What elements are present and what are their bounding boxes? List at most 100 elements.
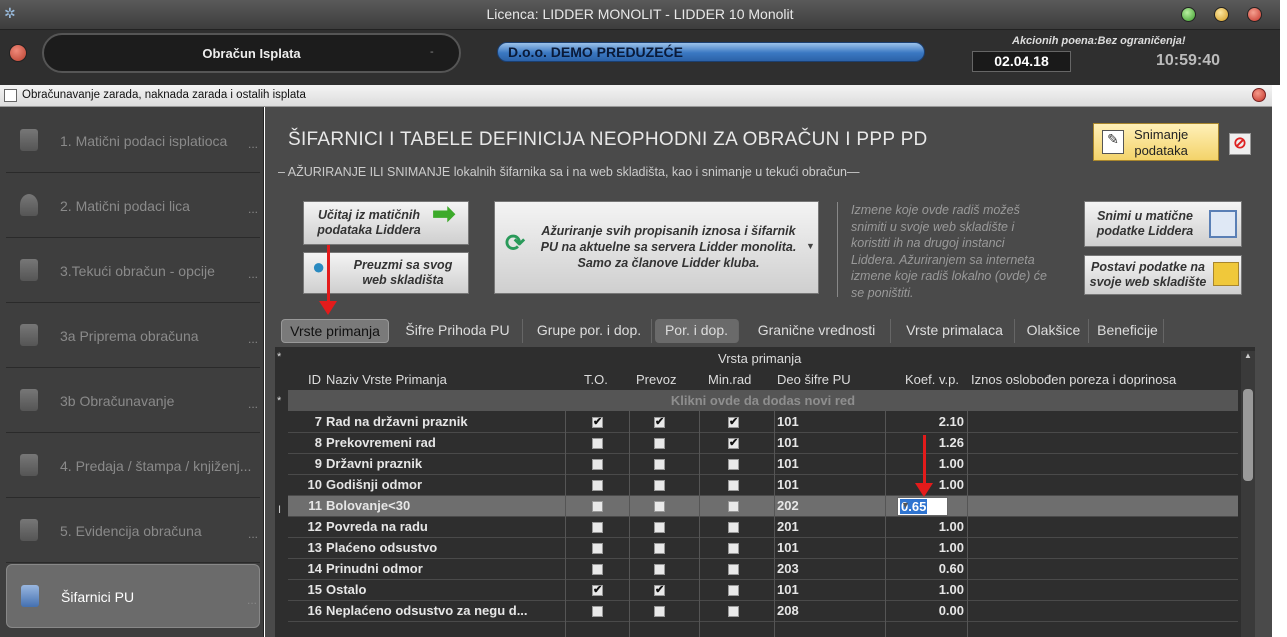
chevron-down-icon[interactable]: ▼ xyxy=(806,238,815,254)
cancel-icon[interactable]: ⊘ xyxy=(1229,133,1251,155)
tab-grupe-por[interactable]: Grupe por. i dop. xyxy=(527,319,652,343)
minrad-checkbox[interactable] xyxy=(728,480,739,491)
to-checkbox[interactable] xyxy=(592,522,603,533)
prevoz-checkbox[interactable] xyxy=(654,459,665,470)
vertical-scrollbar[interactable]: ▲ xyxy=(1241,351,1255,637)
minimize-button[interactable] xyxy=(1181,7,1196,22)
tab-por-dop[interactable]: Por. i dop. xyxy=(655,319,739,343)
close-button[interactable] xyxy=(1247,7,1262,22)
prevoz-checkbox[interactable]: ✔ xyxy=(654,585,665,596)
section-selector[interactable]: Obračun Isplata xyxy=(42,33,461,73)
cell-name: Prinudni odmor xyxy=(326,561,423,576)
minrad-checkbox[interactable] xyxy=(728,522,739,533)
table-row[interactable]: 15 Ostalo ✔ ✔ 101 1.00 xyxy=(288,580,1238,601)
table-row[interactable]: 12 Povreda na radu 201 1.00 xyxy=(288,517,1238,538)
to-checkbox[interactable] xyxy=(592,606,603,617)
table-row[interactable]: 11 Bolovanje<30 202 0.65 ▼ xyxy=(288,496,1238,517)
sidebar-item-tekuci-obracun[interactable]: 3.Tekući obračun - opcije ... xyxy=(6,239,260,303)
subwindow-close-button[interactable] xyxy=(1252,88,1266,102)
time-display: 10:59:40 xyxy=(1156,52,1221,69)
sidebar-item-label: 3.Tekući obračun - opcije xyxy=(60,263,215,279)
table-row[interactable]: 8 Prekovremeni rad ✔ 101 1.26 xyxy=(288,433,1238,454)
minrad-checkbox[interactable] xyxy=(728,459,739,470)
chevron-down-icon[interactable]: ▼ xyxy=(900,500,945,510)
col-to[interactable]: T.O. xyxy=(584,372,608,387)
minrad-checkbox[interactable] xyxy=(728,606,739,617)
col-naziv[interactable]: Naziv Vrste Primanja xyxy=(326,372,447,387)
scroll-thumb[interactable] xyxy=(1243,389,1253,481)
prevoz-checkbox[interactable]: ✔ xyxy=(654,417,665,428)
database-icon xyxy=(20,519,38,541)
scroll-up-icon[interactable]: ▲ xyxy=(1244,351,1252,360)
prevoz-checkbox[interactable] xyxy=(654,522,665,533)
cell-id: 10 xyxy=(307,477,322,492)
to-checkbox[interactable] xyxy=(592,543,603,554)
col-minrad[interactable]: Min.rad xyxy=(708,372,751,387)
prevoz-checkbox[interactable] xyxy=(654,480,665,491)
tab-vrste-primanja[interactable]: Vrste primanja xyxy=(281,319,389,343)
table-row[interactable]: 16 Neplaćeno odsustvo za negu d... 208 0.00 xyxy=(288,601,1238,622)
minrad-checkbox[interactable] xyxy=(728,543,739,554)
col-prevoz[interactable]: Prevoz xyxy=(636,372,676,387)
to-checkbox[interactable] xyxy=(592,480,603,491)
tab-granicne-vrednosti[interactable]: Granične vrednosti xyxy=(743,319,891,343)
sidebar-item-maticni-lica[interactable]: 2. Matični podaci lica ... xyxy=(6,174,260,238)
table-row[interactable]: 9 Državni praznik 101 1.00 xyxy=(288,454,1238,475)
page-title: ŠIFARNICI I TABELE DEFINICIJA NEOPHODNI … xyxy=(288,129,928,150)
minrad-checkbox[interactable] xyxy=(728,585,739,596)
sidebar-item-obracunavanje[interactable]: 3b Obračunavanje ... xyxy=(6,369,260,433)
tab-beneficije[interactable]: Beneficije xyxy=(1092,319,1164,343)
table-row[interactable]: 7 Rad na državni praznik ✔ ✔ ✔ 101 2.10 xyxy=(288,412,1238,433)
points-label: Akcionih poena:Bez ograničenja! xyxy=(1012,35,1186,47)
col-iznos[interactable]: Iznos oslobođen poreza i doprinosa xyxy=(971,372,1176,387)
table-row[interactable]: 14 Prinudni odmor 203 0.60 xyxy=(288,559,1238,580)
to-checkbox[interactable] xyxy=(592,459,603,470)
sidebar-item-sifarnici[interactable]: Šifarnici PU ... xyxy=(6,564,260,628)
app-menu-button[interactable] xyxy=(9,44,27,62)
minrad-checkbox[interactable]: ✔ xyxy=(728,417,739,428)
minrad-checkbox[interactable] xyxy=(728,564,739,575)
prevoz-checkbox[interactable] xyxy=(654,543,665,554)
cell-id: 8 xyxy=(314,435,322,450)
minrad-checkbox[interactable]: ✔ xyxy=(728,438,739,449)
section-label: Obračun Isplata xyxy=(202,46,301,61)
annotation-arrowhead xyxy=(319,301,337,315)
prevoz-checkbox[interactable] xyxy=(654,438,665,449)
post-to-web-button[interactable]: Postavi podatke na svoje web skladište xyxy=(1084,255,1242,295)
main-panel: ŠIFARNICI I TABELE DEFINICIJA NEOPHODNI … xyxy=(265,107,1272,637)
minrad-checkbox[interactable] xyxy=(728,501,739,512)
sidebar-item-label: 2. Matični podaci lica xyxy=(60,198,190,214)
prevoz-checkbox[interactable] xyxy=(654,606,665,617)
prevoz-checkbox[interactable] xyxy=(654,501,665,512)
prevoz-checkbox[interactable] xyxy=(654,564,665,575)
col-id[interactable]: ID xyxy=(308,372,321,387)
maximize-button[interactable] xyxy=(1214,7,1229,22)
to-checkbox[interactable] xyxy=(592,438,603,449)
to-checkbox[interactable]: ✔ xyxy=(592,585,603,596)
update-from-server-button[interactable]: ⟳ Ažuriranje svih propisanih iznosa i ši… xyxy=(494,201,819,294)
tab-sifre-prihoda[interactable]: Šifre Prihoda PU xyxy=(393,319,523,343)
sidebar-item-priprema[interactable]: 3a Priprema obračuna ... xyxy=(6,304,260,368)
koef-edit-input[interactable]: 0.65 ▼ xyxy=(897,497,948,516)
save-to-master-button[interactable]: Snimi u matične podatke Liddera xyxy=(1084,201,1242,247)
sidebar-item-label: 3b Obračunavanje xyxy=(60,393,175,409)
to-checkbox[interactable] xyxy=(592,564,603,575)
col-deo-sifre[interactable]: Deo šifre PU xyxy=(777,372,851,387)
post-web-label-2: svoje web skladište xyxy=(1089,275,1207,289)
table-row[interactable]: 10 Godišnji odmor 101 1.00 xyxy=(288,475,1238,496)
sidebar-item-maticni-isplatioca[interactable]: 1. Matični podaci isplatioca ... xyxy=(6,109,260,173)
col-koef[interactable]: Koef. v.p. xyxy=(905,372,959,387)
save-label-2: podataka xyxy=(1134,143,1188,158)
load-from-master-button[interactable]: Učitaj iz matičnih podataka Liddera ➡ xyxy=(303,200,469,245)
sidebar-item-predaja[interactable]: 4. Predaja / štampa / knjiženj... xyxy=(6,434,260,498)
add-row[interactable]: Klikni ovde da dodas novi red xyxy=(288,390,1238,411)
to-checkbox[interactable] xyxy=(592,501,603,512)
grid-save-icon xyxy=(1209,210,1237,238)
tab-vrste-primalaca[interactable]: Vrste primalaca xyxy=(895,319,1015,343)
sidebar-item-evidencija[interactable]: 5. Evidencija obračuna ... xyxy=(6,499,260,563)
save-data-button[interactable]: ✎ Snimanje podataka xyxy=(1093,123,1219,161)
cell-deo-sifre: 101 xyxy=(777,540,799,555)
table-row[interactable]: 13 Plaćeno odsustvo 101 1.00 xyxy=(288,538,1238,559)
to-checkbox[interactable]: ✔ xyxy=(592,417,603,428)
tab-olaksice[interactable]: Olakšice xyxy=(1019,319,1089,343)
